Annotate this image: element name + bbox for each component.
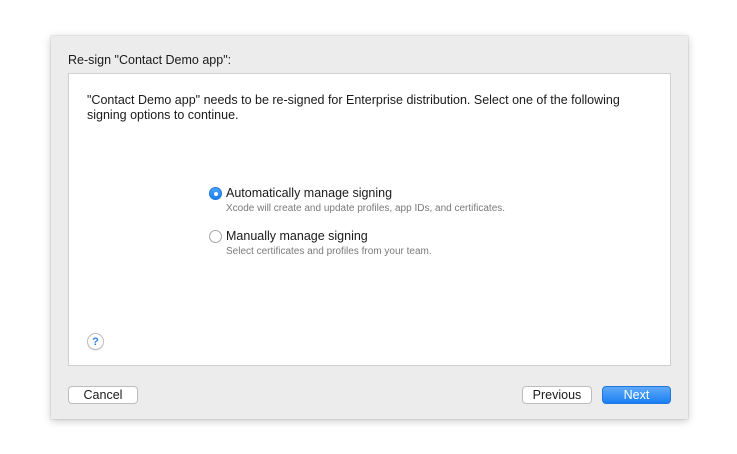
next-button[interactable]: Next — [602, 386, 671, 404]
previous-button[interactable]: Previous — [522, 386, 592, 404]
cancel-button[interactable]: Cancel — [68, 386, 138, 404]
option-text: Manually manage signing Select certifica… — [226, 229, 432, 258]
option-description: Select certificates and profiles from yo… — [226, 246, 432, 257]
resign-dialog: Re-sign "Contact Demo app": "Contact Dem… — [51, 36, 688, 419]
option-label: Manually manage signing — [226, 229, 368, 243]
option-automatic-signing[interactable]: Automatically manage signing Xcode will … — [209, 186, 505, 215]
dialog-title: Re-sign "Contact Demo app": — [68, 53, 232, 67]
option-label: Automatically manage signing — [226, 186, 393, 200]
help-button[interactable]: ? — [87, 333, 104, 350]
option-text: Automatically manage signing Xcode will … — [226, 186, 505, 215]
option-manual-signing[interactable]: Manually manage signing Select certifica… — [209, 229, 432, 258]
radio-selected-icon[interactable] — [209, 187, 222, 200]
option-description: Xcode will create and update profiles, a… — [226, 203, 506, 214]
question-mark-icon: ? — [92, 335, 99, 348]
signing-options-panel: "Contact Demo app" needs to be re-signed… — [68, 73, 671, 366]
panel-description: "Contact Demo app" needs to be re-signed… — [87, 93, 620, 122]
radio-unselected-icon[interactable] — [209, 230, 222, 243]
